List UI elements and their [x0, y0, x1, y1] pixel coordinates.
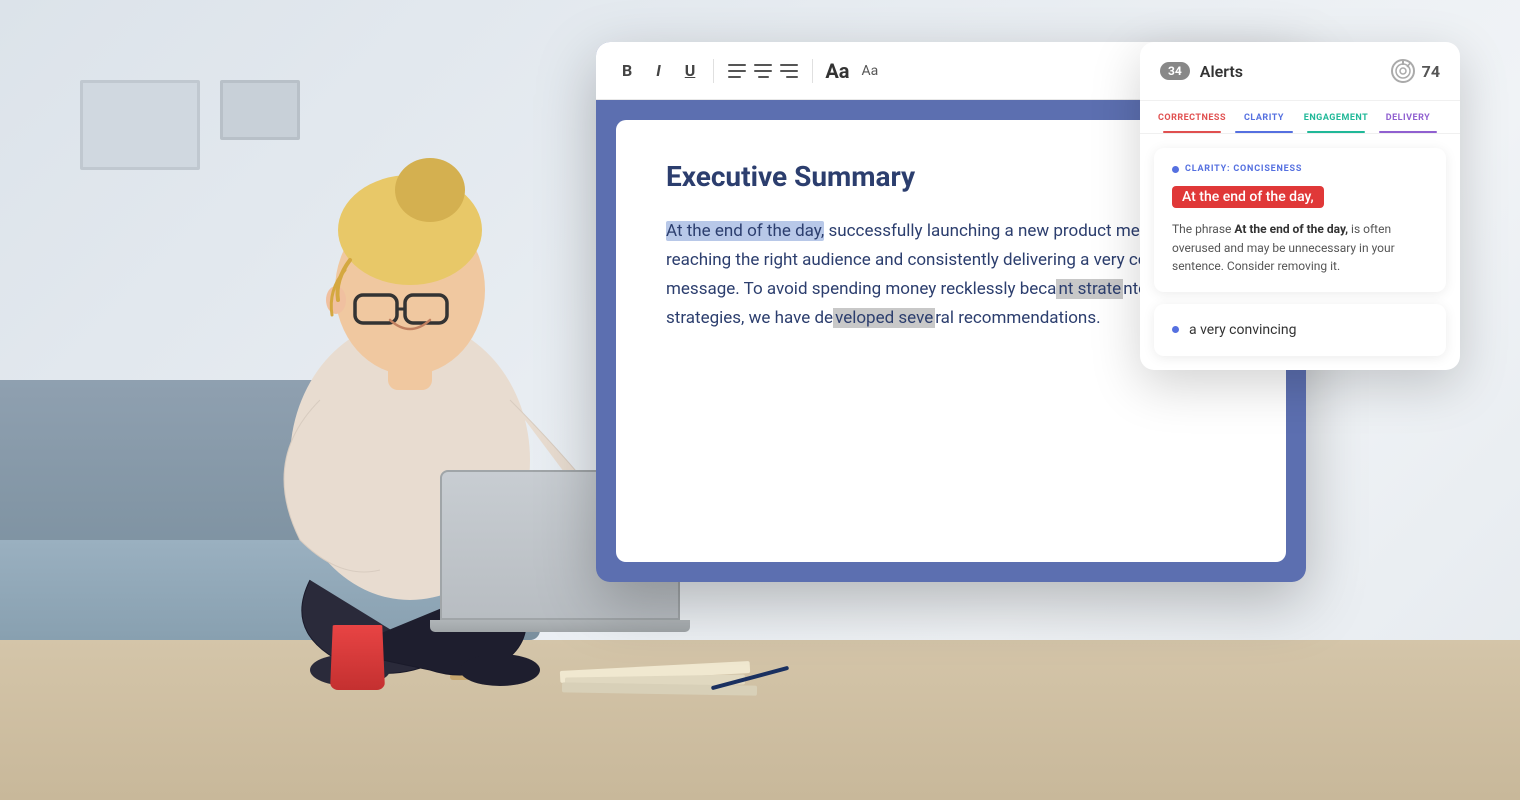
tab-delivery-line	[1379, 131, 1437, 133]
align-left-button[interactable]	[726, 62, 748, 80]
desc-bold: At the end of the day,	[1234, 222, 1348, 236]
alerts-badge: 34	[1160, 62, 1190, 80]
tab-engagement-line	[1307, 131, 1365, 133]
grammarly-panel: 34 Alerts 74 CORRECTNESS CLARITY ENGAGEM…	[1140, 42, 1460, 370]
alert-suggestion: a very convincing	[1189, 322, 1296, 338]
alert-category-text: CLARITY: CONCISENESS	[1185, 164, 1302, 174]
font-size-large-button[interactable]: Aa	[825, 59, 849, 83]
score-number: 74	[1422, 62, 1440, 81]
italic-button[interactable]: I	[650, 57, 667, 84]
tab-delivery-label: DELIVERY	[1372, 113, 1444, 123]
align-center-button[interactable]	[752, 62, 774, 80]
obscured-text-1: nt strate	[1056, 279, 1123, 299]
align-right-button[interactable]	[778, 62, 800, 80]
alert-description-1: The phrase At the end of the day, is oft…	[1172, 220, 1428, 276]
score-container: 74	[1390, 58, 1440, 84]
tab-clarity[interactable]: CLARITY	[1228, 113, 1300, 133]
divider-2	[812, 59, 813, 83]
alert-card-1[interactable]: CLARITY: CONCISENESS At the end of the d…	[1154, 148, 1446, 292]
underline-button[interactable]: U	[679, 57, 702, 84]
red-cup	[330, 625, 385, 690]
obscured-text-2: veloped seve	[833, 308, 935, 328]
font-size-small-button[interactable]: Aa	[861, 63, 878, 79]
score-icon	[1390, 58, 1416, 84]
body-text-4: ral recommendations.	[935, 308, 1100, 328]
alert-card-1-label: CLARITY: CONCISENESS	[1172, 164, 1428, 174]
alert-dot-1	[1172, 166, 1179, 173]
tab-correctness-line	[1163, 131, 1221, 133]
tab-correctness-label: CORRECTNESS	[1156, 113, 1228, 123]
books-container	[560, 663, 770, 698]
tab-delivery[interactable]: DELIVERY	[1372, 113, 1444, 133]
tab-engagement-label: ENGAGEMENT	[1300, 113, 1372, 123]
tab-correctness[interactable]: CORRECTNESS	[1156, 113, 1228, 133]
tab-clarity-line	[1235, 131, 1293, 133]
alert-dot-2	[1172, 326, 1179, 333]
desc-prefix: The phrase	[1172, 222, 1234, 236]
alert-cards: CLARITY: CONCISENESS At the end of the d…	[1140, 134, 1460, 370]
align-buttons	[726, 62, 800, 80]
tab-clarity-label: CLARITY	[1228, 113, 1300, 123]
alerts-label: Alerts	[1200, 62, 1380, 81]
bold-button[interactable]: B	[616, 57, 638, 84]
divider-1	[713, 59, 714, 83]
panel-header: 34 Alerts 74	[1140, 42, 1460, 101]
highlighted-text: At the end of the day,	[666, 221, 824, 241]
laptop-base	[430, 620, 690, 632]
tab-engagement[interactable]: ENGAGEMENT	[1300, 113, 1372, 133]
alert-card-2[interactable]: a very convincing	[1154, 304, 1446, 356]
highlighted-phrase: At the end of the day,	[1172, 186, 1324, 208]
category-tabs: CORRECTNESS CLARITY ENGAGEMENT DELIVERY	[1140, 101, 1460, 134]
